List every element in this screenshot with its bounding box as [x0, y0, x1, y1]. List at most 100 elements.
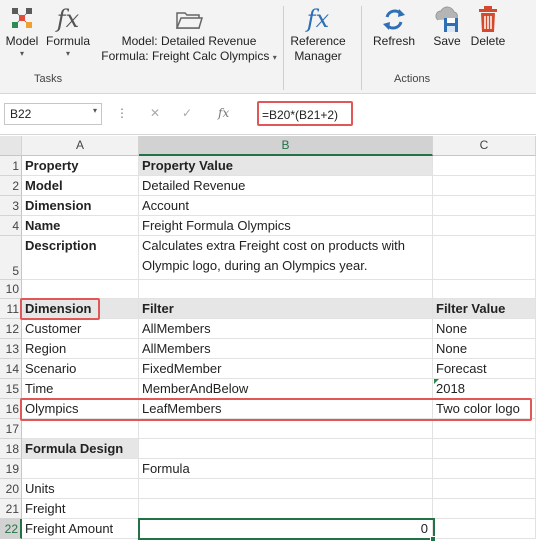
- cell-c16[interactable]: Two color logo: [433, 399, 536, 419]
- cell-b18[interactable]: [139, 439, 433, 459]
- formula-button[interactable]: fx Formula ▾: [46, 4, 90, 59]
- cell-a10[interactable]: [22, 280, 139, 299]
- cell-b5[interactable]: Calculates extra Freight cost on product…: [139, 236, 433, 280]
- row-header-10[interactable]: 10: [0, 280, 22, 299]
- column-header-a[interactable]: A: [22, 136, 139, 156]
- formula-input[interactable]: =B20*(B21+2): [257, 101, 353, 126]
- cell-c21[interactable]: [433, 499, 536, 519]
- row-header-19[interactable]: 19: [0, 459, 22, 479]
- formula-bar-dots-icon: ⋮: [116, 106, 128, 120]
- cell-b10[interactable]: [139, 280, 433, 299]
- row-header-11[interactable]: 11: [0, 299, 22, 319]
- cell-c14[interactable]: Forecast: [433, 359, 536, 379]
- cell-b22[interactable]: 0: [139, 519, 433, 539]
- cell-b16[interactable]: LeafMembers: [139, 399, 433, 419]
- cell-a12[interactable]: Customer: [22, 319, 139, 339]
- cell-b12[interactable]: AllMembers: [139, 319, 433, 339]
- cell-a19[interactable]: [22, 459, 139, 479]
- cell-c4[interactable]: [433, 216, 536, 236]
- cell-a5[interactable]: Description: [22, 236, 139, 280]
- ribbon-separator: [283, 6, 284, 90]
- cell-c18[interactable]: [433, 439, 536, 459]
- row-header-22[interactable]: 22: [0, 519, 22, 539]
- cell-c5[interactable]: [433, 236, 536, 280]
- cell-b21[interactable]: [139, 499, 433, 519]
- ribbon: Model ▾ fx Formula ▾ Tasks Model: Detail…: [0, 0, 536, 94]
- selection-formula-label: Formula: Freight Calc Olympics: [101, 49, 270, 63]
- row-header-5[interactable]: 5: [0, 236, 22, 280]
- cell-a18[interactable]: Formula Design: [22, 439, 139, 459]
- row-header-12[interactable]: 12: [0, 319, 22, 339]
- row-header-3[interactable]: 3: [0, 196, 22, 216]
- cell-c20[interactable]: [433, 479, 536, 499]
- cell-a1[interactable]: Property: [22, 156, 139, 176]
- row-header-13[interactable]: 13: [0, 339, 22, 359]
- row-header-14[interactable]: 14: [0, 359, 22, 379]
- column-header-b[interactable]: B: [139, 136, 433, 156]
- cell-a21[interactable]: Freight: [22, 499, 139, 519]
- row-header-21[interactable]: 21: [0, 499, 22, 519]
- refresh-button[interactable]: Refresh: [370, 4, 418, 49]
- selection-button[interactable]: Model: Detailed Revenue Formula: Freight…: [96, 4, 282, 65]
- reference-manager-button[interactable]: fx Reference Manager: [287, 4, 349, 64]
- cell-c2[interactable]: [433, 176, 536, 196]
- row-header-17[interactable]: 17: [0, 419, 22, 439]
- name-box[interactable]: B22 ▾: [4, 103, 102, 125]
- cell-b20[interactable]: [139, 479, 433, 499]
- cell-c12[interactable]: None: [433, 319, 536, 339]
- cell-c22[interactable]: [433, 519, 536, 539]
- cell-a22[interactable]: Freight Amount: [22, 519, 139, 539]
- select-all-corner[interactable]: [0, 136, 22, 156]
- row-header-2[interactable]: 2: [0, 176, 22, 196]
- fill-handle[interactable]: [430, 536, 436, 541]
- cell-c10[interactable]: [433, 280, 536, 299]
- cell-c13[interactable]: None: [433, 339, 536, 359]
- cell-b4[interactable]: Freight Formula Olympics: [139, 216, 433, 236]
- row-header-16[interactable]: 16: [0, 399, 22, 419]
- cell-c17[interactable]: [433, 419, 536, 439]
- cancel-icon[interactable]: ✕: [150, 106, 160, 120]
- row-header-4[interactable]: 4: [0, 216, 22, 236]
- cell-b14[interactable]: FixedMember: [139, 359, 433, 379]
- row-header-1[interactable]: 1: [0, 156, 22, 176]
- row-header-18[interactable]: 18: [0, 439, 22, 459]
- cell-a13[interactable]: Region: [22, 339, 139, 359]
- model-dropdown-caret[interactable]: ▾: [4, 49, 40, 59]
- cell-a2[interactable]: Model: [22, 176, 139, 196]
- row-header-20[interactable]: 20: [0, 479, 22, 499]
- enter-icon[interactable]: ✓: [182, 106, 192, 120]
- name-box-dropdown-caret[interactable]: ▾: [93, 106, 97, 115]
- cell-b17[interactable]: [139, 419, 433, 439]
- cell-a3[interactable]: Dimension: [22, 196, 139, 216]
- save-button[interactable]: Save: [428, 4, 466, 49]
- model-button[interactable]: Model ▾: [4, 4, 40, 59]
- selection-dropdown-caret[interactable]: ▾: [273, 53, 277, 62]
- cell-c11[interactable]: Filter Value: [433, 299, 536, 319]
- cell-a11[interactable]: Dimension: [22, 299, 139, 319]
- cell-a16[interactable]: Olympics: [22, 399, 139, 419]
- cell-b2[interactable]: Detailed Revenue: [139, 176, 433, 196]
- formula-dropdown-caret[interactable]: ▾: [46, 49, 90, 59]
- reference-manager-label-2: Manager: [294, 49, 342, 63]
- cell-a4[interactable]: Name: [22, 216, 139, 236]
- cell-b3[interactable]: Account: [139, 196, 433, 216]
- cell-c1[interactable]: [433, 156, 536, 176]
- cell-a14[interactable]: Scenario: [22, 359, 139, 379]
- column-header-c[interactable]: C: [433, 136, 536, 156]
- cell-b15[interactable]: MemberAndBelow: [139, 379, 433, 399]
- cell-a15[interactable]: Time: [22, 379, 139, 399]
- insert-function-icon[interactable]: fx: [218, 106, 229, 120]
- cell-a17[interactable]: [22, 419, 139, 439]
- selection-formula-text: Formula: Freight Calc Olympics ▾: [96, 49, 282, 65]
- cell-a20[interactable]: Units: [22, 479, 139, 499]
- cell-c15[interactable]: 2018: [433, 379, 536, 399]
- cell-b19[interactable]: Formula: [139, 459, 433, 479]
- row-header-15[interactable]: 15: [0, 379, 22, 399]
- cell-b13[interactable]: AllMembers: [139, 339, 433, 359]
- cell-b1[interactable]: Property Value: [139, 156, 433, 176]
- cell-c3[interactable]: [433, 196, 536, 216]
- cell-b11[interactable]: Filter: [139, 299, 433, 319]
- refresh-label: Refresh: [372, 34, 416, 48]
- delete-button[interactable]: Delete: [468, 4, 508, 49]
- cell-c19[interactable]: [433, 459, 536, 479]
